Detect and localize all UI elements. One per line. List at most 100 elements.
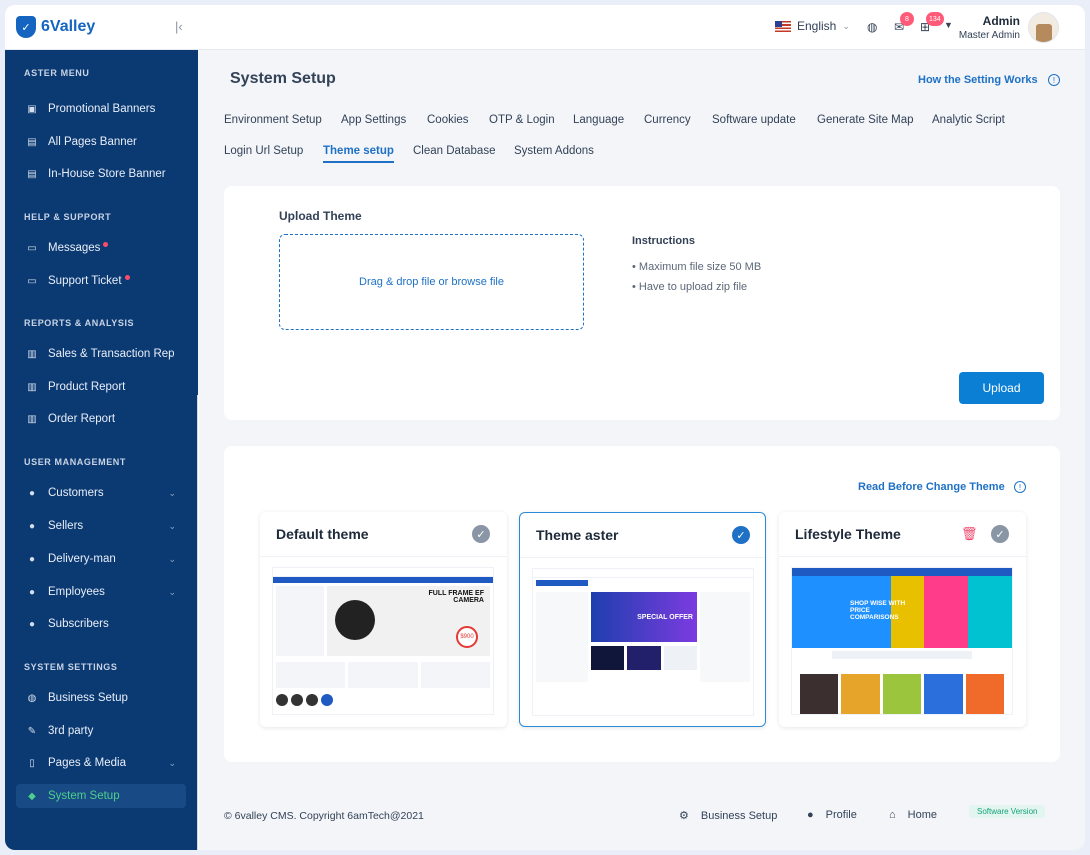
tab-environment-setup[interactable]: Environment Setup — [224, 114, 322, 126]
read-before-change-link[interactable]: Read Before Change Theme — [858, 481, 1005, 493]
user-icon: ● — [28, 553, 36, 565]
check-icon[interactable]: ✓ — [732, 526, 750, 544]
gear-icon: ⚙ — [679, 810, 689, 822]
sidebar-item-customers[interactable]: ● Customers ⌄ — [16, 481, 186, 505]
footer-link-business-setup[interactable]: ⚙ Business Setup — [679, 809, 777, 823]
page-title: System Setup — [230, 70, 336, 87]
theme-preview-image: FULL FRAME EF CAMERA $900 — [272, 567, 494, 715]
section-title-reports: REPORTS & ANALYSIS — [24, 318, 135, 328]
sidebar-item-subscribers[interactable]: ● Subscribers — [16, 612, 186, 636]
footer-link-profile[interactable]: ● Profile — [807, 809, 857, 821]
section-title-help-support: HELP & SUPPORT — [24, 212, 112, 222]
check-icon[interactable]: ✓ — [472, 525, 490, 543]
check-icon[interactable]: ✓ — [991, 525, 1009, 543]
sidebar-item-3rd-party[interactable]: ✎ 3rd party — [16, 719, 186, 743]
chart-icon: ▥ — [27, 413, 37, 425]
tab-software-update[interactable]: Software update — [712, 114, 796, 126]
sidebar-item-pages-media[interactable]: ▯ Pages & Media ⌄ — [16, 751, 186, 775]
sidebar-item-label: Product Report — [48, 381, 126, 393]
sidebar-item-employees[interactable]: ● Employees ⌄ — [16, 580, 186, 604]
globe-icon: ◍ — [27, 692, 37, 704]
sidebar-item-order-report[interactable]: ▥ Order Report — [16, 407, 186, 431]
sidebar: ASTER MENU ▣ Promotional Banners ▤ All Pag… — [5, 50, 198, 850]
sidebar-scrollbar[interactable] — [197, 395, 199, 850]
preview-banner-text: SPECIAL OFFER — [591, 592, 697, 642]
brand-name: 6Valley — [41, 18, 96, 35]
notification-dot — [103, 242, 109, 247]
tab-login-url-setup[interactable]: Login Url Setup — [224, 145, 303, 157]
section-title-user-management: USER MANAGEMENT — [24, 457, 127, 467]
info-icon[interactable]: ! — [1014, 481, 1026, 493]
mail-icon[interactable]: ✉ 8 — [894, 12, 914, 34]
theme-name: Lifestyle Theme — [795, 526, 901, 542]
chart-icon: ▥ — [27, 348, 37, 360]
user-info[interactable]: Admin Master Admin — [950, 14, 1020, 41]
tab-system-addons[interactable]: System Addons — [514, 145, 594, 157]
language-selector[interactable]: English ⌄ — [775, 19, 850, 33]
avatar[interactable] — [1028, 12, 1059, 43]
collapse-sidebar-icon[interactable]: |‹ — [175, 19, 183, 34]
cart-icon[interactable]: ⊞ 134 — [920, 12, 944, 34]
sidebar-item-label: Employees — [48, 586, 105, 598]
copyright-text: © 6valley CMS. Copyright 6amTech@2021 — [224, 810, 424, 822]
top-bar: English ⌄ ◍ ✉ 8 ⊞ 134 ▼ Admin Master Admin — [198, 5, 1085, 50]
sidebar-item-system-setup[interactable]: ◆ System Setup — [16, 784, 186, 808]
store-icon: ▤ — [27, 168, 37, 180]
section-title-system-settings: SYSTEM SETTINGS — [24, 662, 118, 672]
theme-card-lifestyle[interactable]: Lifestyle Theme 🗑 ✓ SHOP WISE WITH PRICE… — [779, 512, 1026, 727]
ticket-icon: ▭ — [27, 275, 37, 287]
tab-app-settings[interactable]: App Settings — [341, 114, 406, 126]
sidebar-item-business-setup[interactable]: ◍ Business Setup — [16, 686, 186, 710]
user-name: Admin — [982, 14, 1020, 28]
preview-banner-text: SHOP WISE WITH PRICE COMPARISONS — [850, 600, 906, 621]
messages-badge: 8 — [900, 12, 914, 26]
divider — [779, 556, 1026, 557]
sidebar-item-label: Messages — [48, 242, 101, 254]
tab-theme-setup[interactable]: Theme setup — [323, 145, 394, 163]
tab-generate-site-map[interactable]: Generate Site Map — [817, 114, 914, 126]
sidebar-item-product-report[interactable]: ▥ Product Report — [16, 375, 186, 399]
theme-name: Theme aster — [536, 527, 619, 543]
tab-cookies[interactable]: Cookies — [427, 114, 469, 126]
instruction-text: Have to upload zip file — [638, 281, 748, 293]
sidebar-item-sellers[interactable]: ● Sellers ⌄ — [16, 514, 186, 538]
sidebar-item-promotional-banners[interactable]: ▣ Promotional Banners — [16, 97, 186, 121]
theme-card-aster[interactable]: Theme aster ✓ SPECIAL OFFER — [519, 512, 766, 727]
store-icon: ▤ — [27, 136, 37, 148]
tab-language[interactable]: Language — [573, 114, 624, 126]
user-role: Master Admin — [958, 30, 1020, 41]
wrench-icon: ✎ — [27, 725, 37, 737]
sidebar-item-label: System Setup — [48, 790, 120, 802]
trash-icon[interactable]: 🗑 — [961, 526, 978, 542]
software-version-badge: Software Version — [969, 805, 1046, 818]
file-dropzone[interactable]: Drag & drop file or browse file — [279, 234, 584, 330]
sidebar-item-label: Subscribers — [48, 618, 109, 630]
instruction-item: • Have to upload zip file — [632, 281, 748, 293]
chevron-down-icon: ⌄ — [168, 586, 176, 597]
footer-link-label: Home — [907, 809, 937, 821]
instruction-text: Maximum file size 50 MB — [638, 261, 762, 273]
tab-clean-database[interactable]: Clean Database — [413, 145, 495, 157]
sidebar-item-support-ticket[interactable]: ▭ Support Ticket — [16, 269, 186, 293]
theme-preview-image: SHOP WISE WITH PRICE COMPARISONS — [791, 567, 1013, 715]
sidebar-item-delivery-man[interactable]: ● Delivery-man ⌄ — [16, 547, 186, 571]
tab-currency[interactable]: Currency — [644, 114, 691, 126]
sidebar-item-all-pages-banner[interactable]: ▤ All Pages Banner — [16, 130, 186, 154]
home-icon: ⌂ — [889, 809, 896, 821]
sidebar-item-label: Delivery-man — [48, 553, 116, 565]
sidebar-item-sales-report[interactable]: ▥ Sales & Transaction Rep ⌄ — [16, 342, 186, 366]
tab-analytic-script[interactable]: Analytic Script — [932, 114, 1005, 126]
upload-button[interactable]: Upload — [959, 372, 1044, 404]
theme-card-default[interactable]: Default theme ✓ FULL FRAME EF CAMERA $90… — [260, 512, 507, 727]
instruction-item: • Maximum file size 50 MB — [632, 261, 762, 273]
how-setting-works-link[interactable]: How the Setting Works — [918, 74, 1038, 86]
tab-otp-login[interactable]: OTP & Login — [489, 114, 555, 126]
footer-link-home[interactable]: ⌂ Home — [889, 809, 937, 821]
divider — [260, 556, 507, 557]
globe-icon[interactable]: ◍ — [867, 20, 877, 34]
info-icon[interactable]: ! — [1048, 74, 1060, 86]
app-window: ✓ 6Valley |‹ ASTER MENU ▣ Promotional Ban… — [5, 5, 1085, 850]
chart-icon: ▥ — [27, 381, 37, 393]
sidebar-item-messages[interactable]: ▭ Messages — [16, 236, 186, 260]
sidebar-item-inhouse-store-banner[interactable]: ▤ In-House Store Banner — [16, 162, 186, 186]
